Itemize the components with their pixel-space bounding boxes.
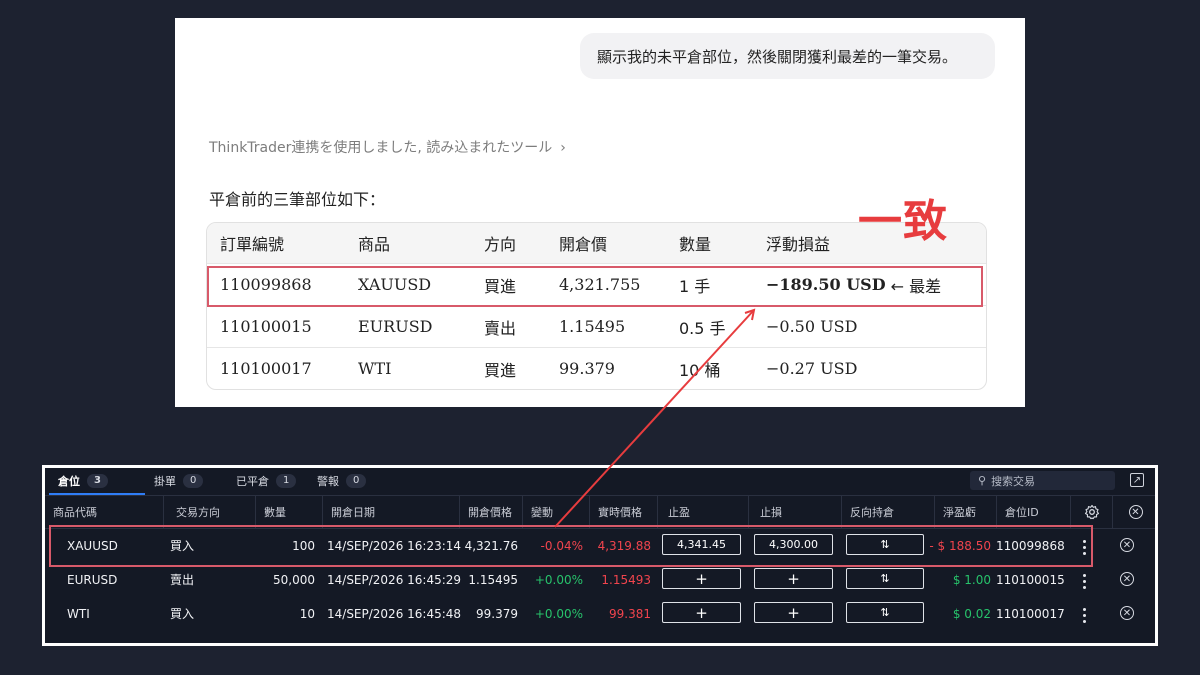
tool-usage-text: ThinkTrader連携を使用しました, 読み込まれたツール xyxy=(209,140,553,156)
order-number: 110100017 xyxy=(220,359,312,378)
open-price: 99.379 xyxy=(559,359,615,378)
add-take-profit-button[interactable]: + xyxy=(662,568,741,589)
open-date-cell: 14/SEP/2026 16:45:48 xyxy=(327,606,462,621)
table-row: 110100017 WTI 買進 99.379 10 桶 −0.27 USD xyxy=(207,348,986,389)
open-date-cell: 14/SEP/2026 16:45:29 xyxy=(327,572,462,587)
close-all-button[interactable]: ✕ xyxy=(1112,496,1158,528)
column-header: 浮動損益 xyxy=(766,235,831,254)
tab-count-badge: 3 xyxy=(87,474,108,488)
side-cell: 賣出 xyxy=(170,573,195,587)
assistant-intro-text: 平倉前的三筆部位如下： xyxy=(209,190,386,209)
close-circle-icon: ✕ xyxy=(1128,505,1143,519)
column-settings[interactable] xyxy=(1070,496,1112,528)
net-pnl-cell: $ 1.00 xyxy=(952,572,991,587)
add-stop-loss-button[interactable]: + xyxy=(754,602,833,623)
column-header[interactable]: 商品代碼 xyxy=(45,496,163,528)
order-number: 110100015 xyxy=(220,317,312,336)
reverse-position-button[interactable]: ⇅ xyxy=(846,602,924,623)
column-header: 商品 xyxy=(358,235,391,254)
matched-row-highlight-box xyxy=(49,525,1093,567)
open-price: 1.15495 xyxy=(559,317,626,336)
active-tab-underline xyxy=(49,493,145,495)
column-header: 開倉價 xyxy=(559,235,608,254)
column-header[interactable]: 實時價格 xyxy=(589,496,657,528)
reverse-position-button[interactable]: ⇅ xyxy=(846,568,924,589)
search-icon: ⚲ xyxy=(978,474,987,487)
search-placeholder: 搜索交易 xyxy=(991,474,1036,488)
tab-alerts[interactable]: 警報 0 xyxy=(317,472,367,490)
tab-label: 已平倉 xyxy=(236,475,269,488)
table-row[interactable]: EURUSD 賣出 50,000 14/SEP/2026 16:45:29 1.… xyxy=(45,563,1155,596)
table-row[interactable]: WTI 買入 10 14/SEP/2026 16:45:48 99.379 +0… xyxy=(45,597,1155,630)
position-id-cell: 110100015 xyxy=(996,572,1065,587)
column-header[interactable]: 變動 xyxy=(522,496,589,528)
open-price-cell: 99.379 xyxy=(476,606,518,621)
quantity-cell: 50,000 xyxy=(273,572,315,587)
chevron-right-icon: › xyxy=(560,140,566,156)
gear-icon xyxy=(1084,504,1099,520)
tab-positions[interactable]: 倉位 3 xyxy=(58,472,108,490)
quantity-cell: 10 xyxy=(299,606,315,621)
close-position-icon[interactable]: ✕ xyxy=(1120,572,1134,586)
column-header[interactable]: 交易方向 xyxy=(163,496,255,528)
column-header[interactable]: 數量 xyxy=(255,496,322,528)
tab-count-badge: 1 xyxy=(276,474,297,488)
search-trades-input[interactable]: ⚲ 搜索交易 xyxy=(970,471,1115,490)
side-cell: 買入 xyxy=(170,607,195,621)
tab-count-badge: 0 xyxy=(346,474,367,488)
match-annotation-label: 一致 xyxy=(858,196,948,247)
tab-count-badge: 0 xyxy=(183,474,204,488)
popout-icon[interactable]: ↗ xyxy=(1130,473,1144,487)
direction: 買進 xyxy=(484,360,517,380)
column-header[interactable]: 淨盈虧 xyxy=(934,496,996,528)
change-cell: +0.00% xyxy=(534,572,583,587)
change-cell: +0.00% xyxy=(534,606,583,621)
more-options-icon[interactable] xyxy=(1082,572,1086,590)
floating-pnl: −0.27 USD xyxy=(766,359,858,378)
column-header: 數量 xyxy=(679,235,712,254)
column-header[interactable]: 止損 xyxy=(748,496,841,528)
live-price-cell: 1.15493 xyxy=(601,572,651,587)
panel-tab-bar: 倉位 3 掛單 0 已平倉 1 警報 0 ⚲ 搜索交易 ↗ xyxy=(45,468,1155,496)
symbol: WTI xyxy=(358,359,392,378)
column-header: 方向 xyxy=(484,235,517,254)
column-header[interactable]: 反向持倉 xyxy=(841,496,934,528)
symbol: EURUSD xyxy=(358,317,433,336)
close-position-icon[interactable]: ✕ xyxy=(1120,538,1134,552)
column-header[interactable]: 開倉日期 xyxy=(322,496,459,528)
tab-label: 倉位 xyxy=(58,475,80,488)
net-pnl-cell: $ 0.02 xyxy=(952,606,991,621)
tab-label: 掛單 xyxy=(154,475,176,488)
table-row: 110100015 EURUSD 賣出 1.15495 0.5 手 −0.50 … xyxy=(207,306,986,348)
symbol-cell: WTI xyxy=(67,606,90,621)
tab-pending-orders[interactable]: 掛單 0 xyxy=(154,472,204,490)
open-price-cell: 1.15495 xyxy=(468,572,518,587)
quantity: 0.5 手 xyxy=(679,318,726,338)
quantity: 10 桶 xyxy=(679,360,721,380)
tool-usage-line[interactable]: ThinkTrader連携を使用しました, 読み込まれたツール › xyxy=(209,137,566,157)
tab-label: 警報 xyxy=(317,475,339,488)
position-id-cell: 110100017 xyxy=(996,606,1065,621)
column-header[interactable]: 止盈 xyxy=(657,496,748,528)
direction: 賣出 xyxy=(484,318,517,338)
column-header[interactable]: 開倉價格 xyxy=(459,496,522,528)
worst-row-highlight-box xyxy=(207,266,983,307)
add-take-profit-button[interactable]: + xyxy=(662,602,741,623)
column-header: 訂單編號 xyxy=(220,235,285,254)
live-price-cell: 99.381 xyxy=(609,606,651,621)
column-header[interactable]: 倉位ID xyxy=(996,496,1070,528)
user-message-bubble: 顯示我的未平倉部位，然後關閉獲利最差的一筆交易。 xyxy=(580,33,995,79)
more-options-icon[interactable] xyxy=(1082,606,1086,624)
add-stop-loss-button[interactable]: + xyxy=(754,568,833,589)
floating-pnl: −0.50 USD xyxy=(766,317,858,336)
symbol-cell: EURUSD xyxy=(67,572,118,587)
tab-closed[interactable]: 已平倉 1 xyxy=(236,472,297,490)
close-position-icon[interactable]: ✕ xyxy=(1120,606,1134,620)
